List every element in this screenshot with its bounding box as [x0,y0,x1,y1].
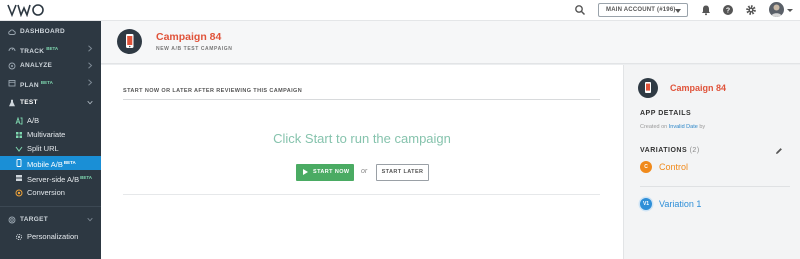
personalization-icon [15,233,23,241]
sidebar-subitem-server-side-ab[interactable]: Server-side A/BBETA [0,171,101,185]
main-content: START NOW OR LATER AFTER REVIEWING THIS … [101,65,623,259]
chevron-down-icon [87,100,93,105]
sidebar-subitem-multivariate[interactable]: Multivariate [0,128,101,142]
app-details-heading: APP DETAILS [640,110,692,117]
chevron-down-icon [675,9,681,13]
variation-label: Variation 1 [659,199,702,209]
created-info: Created on Invalid Date by [640,124,705,130]
sidebar-subitem-personalization[interactable]: Personalization [0,230,101,244]
chevron-right-icon [88,45,93,52]
campaign-thumbnail [638,78,658,98]
sidebar-subitem-split-url[interactable]: Split URL [0,142,101,156]
sidebar-item-analyze[interactable]: ANALYZE [0,57,101,74]
sidebar-item-label: TEST [20,99,38,106]
campaign-header: Campaign 84 NEW A/B TEST CAMPAIGN [101,21,800,64]
campaign-thumbnail [117,29,142,54]
server-icon [16,175,22,181]
page-title: Campaign 84 [156,31,222,43]
divider [640,186,790,187]
split-icon [15,146,23,152]
variation-badge: V1 [640,198,652,210]
sidebar-subitem-label: Personalization [27,232,79,241]
mobile-icon [645,82,651,93]
pencil-icon[interactable] [775,147,783,155]
mobile-icon [126,34,134,48]
sidebar-item-label: PLAN [20,82,39,89]
sidebar-divider [0,206,101,207]
svg-text:?: ? [726,8,730,15]
sidebar-subitem-label: Conversion [27,188,65,197]
sidebar-subitem-mobile-ab[interactable]: Mobile A/BBETA [0,156,101,170]
start-later-button[interactable]: START LATER [376,164,429,181]
sidebar-subitem-label: Split URL [27,144,59,153]
bell-icon[interactable] [700,4,712,16]
sidebar-subitem-label: Server-side A/B [27,175,80,184]
plan-icon [8,80,16,87]
sidebar-item-dashboard[interactable]: DASHBOARD [0,23,101,40]
chevron-right-icon [88,79,93,86]
beta-badge: BETA [63,160,76,165]
chevron-down-icon[interactable] [787,9,793,12]
sidebar-subitem-ab[interactable]: A/B [0,114,101,128]
beta-badge: BETA [46,46,59,51]
chevron-down-icon [87,217,93,222]
beta-badge: BETA [40,80,53,85]
vwo-logo[interactable] [7,3,47,17]
sidebar-item-plan[interactable]: PLAN BETA [0,74,101,91]
cloud-icon [8,29,16,35]
target-icon [8,216,16,224]
avatar[interactable] [769,2,784,17]
divider [123,194,600,195]
gear-icon[interactable] [745,4,757,16]
start-now-label: START NOW [313,169,350,175]
sidebar: DASHBOARD TRACK BETA ANALYZE PLAN BETA TES… [0,21,101,259]
sidebar-subitem-label: Mobile A/B [27,160,63,169]
sidebar-subitem-label: Multivariate [27,130,66,139]
or-label: or [361,168,368,175]
help-icon[interactable]: ? [722,4,734,16]
divider [123,99,600,100]
conversion-icon [15,189,23,197]
variations-heading: VARIATIONS (2) [640,147,700,154]
start-now-button[interactable]: START NOW [296,164,354,181]
ab-icon [15,117,23,125]
created-suffix: by [699,124,706,130]
top-bar: MAIN ACCOUNT (#196) ? [0,0,800,21]
variation-badge: C [640,161,652,173]
flask-icon [9,99,15,107]
beta-badge: BETA [80,175,93,180]
page-subtitle: NEW A/B TEST CAMPAIGN [156,46,233,52]
sidebar-item-label: ANALYZE [20,62,53,69]
sidebar-item-track[interactable]: TRACK BETA [0,40,101,57]
sidebar-subitem-conversion[interactable]: Conversion [0,186,101,200]
chevron-right-icon [88,62,93,69]
details-panel: Campaign 84 APP DETAILS Created on Inval… [623,65,800,259]
account-selector[interactable]: MAIN ACCOUNT (#196) [598,3,688,17]
sidebar-item-target[interactable]: TARGET [0,211,101,228]
sidebar-subitem-label: A/B [27,116,40,125]
variations-count: (2) [689,147,700,154]
gauge-icon [8,47,16,52]
sidebar-item-label: TRACK [20,48,45,55]
analyze-icon [8,62,16,70]
sidebar-item-label: TARGET [20,216,49,223]
section-label: START NOW OR LATER AFTER REVIEWING THIS … [123,88,303,94]
variation-label: Control [659,162,689,172]
grid-icon [16,132,22,138]
search-icon[interactable] [574,4,586,16]
account-label: MAIN ACCOUNT (#196) [606,7,676,13]
panel-title: Campaign 84 [670,83,727,93]
created-prefix: Created on [640,124,668,130]
mobile-icon [16,159,22,167]
sidebar-item-test[interactable]: TEST [0,94,101,111]
created-date-link[interactable]: Invalid Date [669,124,698,130]
play-icon [303,169,308,175]
variations-heading-label: VARIATIONS [640,147,688,154]
sidebar-item-label: DASHBOARD [20,28,65,35]
run-prompt: Click Start to run the campaign [273,131,451,146]
